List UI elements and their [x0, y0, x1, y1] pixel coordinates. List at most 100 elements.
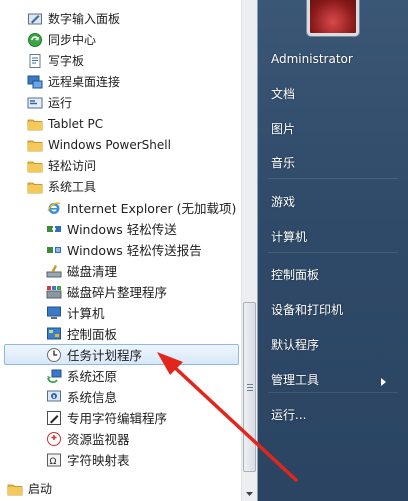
right-menu-item-label: 管理工具	[271, 372, 320, 387]
folder-icon	[27, 116, 43, 132]
program-item[interactable]: 系统还原	[0, 365, 241, 386]
submenu-arrow-icon	[381, 375, 386, 389]
right-menu-item[interactable]: 设备和打印机	[271, 298, 396, 320]
right-menu-item-label: 控制面板	[271, 267, 320, 282]
program-item[interactable]: Tablet PC	[0, 113, 241, 134]
program-item-label: 轻松访问	[48, 159, 97, 173]
ie-icon	[46, 200, 62, 216]
program-item-label: Tablet PC	[48, 116, 104, 131]
right-menu-item[interactable]: 默认程序	[271, 333, 396, 355]
program-item[interactable]: Windows 轻松传送报告	[0, 239, 241, 260]
program-item[interactable]: 任务计划程序	[4, 344, 239, 365]
run-icon	[27, 95, 43, 111]
defrag-icon	[46, 284, 62, 300]
folder-icon	[27, 179, 43, 195]
program-item-label: 数字输入面板	[48, 12, 121, 26]
right-menu-item-label: 默认程序	[271, 337, 320, 352]
program-list: 数字输入面板 同步中心写字板远程桌面连接运行 Tablet PC Windows Po…	[0, 8, 241, 501]
wordpad-icon	[27, 53, 43, 69]
right-menu-item[interactable]: 管理工具	[271, 368, 396, 390]
right-menu-item-label: 运行...	[271, 407, 307, 422]
folder-icon	[27, 158, 43, 174]
program-item[interactable]: 专用字符编辑程序	[0, 407, 241, 428]
program-item[interactable]: 启动	[0, 478, 241, 499]
program-item-label: 计算机	[67, 306, 105, 321]
scroll-down-icon[interactable]	[243, 486, 256, 501]
programs-pane: 数字输入面板 同步中心写字板远程桌面连接运行 Tablet PC Windows Po…	[0, 0, 258, 501]
menu-separator	[268, 252, 398, 253]
program-item[interactable]: 轻松访问	[0, 155, 241, 176]
remote-desktop-icon	[27, 74, 43, 90]
program-item-label: 控制面板	[67, 327, 118, 342]
program-item-label: 同步中心	[48, 33, 97, 47]
right-menu-item[interactable]: 图片	[271, 117, 396, 139]
right-menu-item[interactable]: 音乐	[271, 151, 396, 173]
transfer-report-icon	[46, 242, 62, 258]
transfer-icon	[46, 221, 62, 237]
program-item[interactable]: 系统工具	[0, 176, 241, 197]
program-item-label: 资源监视器	[67, 432, 130, 447]
menu-separator	[268, 178, 398, 179]
right-menu-item-label: 文档	[271, 86, 296, 101]
right-pane: Administrator 文档图片音乐游戏计算机控制面板设备和打印机 默认程序管理…	[258, 0, 408, 501]
vertical-scrollbar[interactable]	[241, 0, 257, 501]
menu-separator	[268, 392, 398, 393]
program-item-label: 启动	[28, 482, 53, 496]
right-menu-item-label: 图片	[271, 121, 296, 136]
program-item[interactable]: 计算机	[0, 302, 241, 323]
program-item[interactable]: 数字输入面板	[0, 8, 241, 29]
right-menu-item-label: 音乐	[271, 155, 296, 170]
right-menu-item[interactable]: 游戏	[271, 190, 396, 212]
folder-icon	[7, 481, 23, 497]
program-item-label: 任务计划程序	[67, 348, 143, 363]
program-item-label: 磁盘碎片整理程序	[67, 285, 168, 300]
char-edit-icon	[46, 410, 62, 426]
program-item-label: 远程桌面连接	[48, 75, 121, 89]
right-menu-item-label: Administrator	[271, 52, 353, 66]
right-menu-item-label: 设备和打印机	[271, 302, 344, 317]
right-menu-item[interactable]: 控制面板	[271, 263, 396, 285]
computer-icon	[46, 305, 62, 321]
right-menu-item[interactable]: 计算机	[271, 225, 396, 247]
program-item-label: Windows 轻松传送	[67, 222, 177, 237]
restore-icon	[46, 368, 62, 384]
right-menu-item[interactable]: Administrator	[271, 48, 396, 70]
program-item[interactable]: Windows PowerShell	[0, 134, 241, 155]
program-item-label: 系统还原	[67, 369, 118, 384]
resource-monitor-icon	[46, 431, 62, 447]
scrollbar-thumb[interactable]	[243, 302, 256, 472]
program-item-label: 专用字符编辑程序	[67, 411, 168, 426]
program-item[interactable]: 系统信息	[0, 386, 241, 407]
disk-cleanup-icon	[46, 263, 62, 279]
right-menu-item-label: 计算机	[271, 229, 308, 244]
program-item[interactable]: 写字板	[0, 50, 241, 71]
program-item-label: 系统信息	[67, 390, 118, 405]
program-item-label: 系统工具	[48, 180, 97, 194]
right-menu-item-label: 游戏	[271, 194, 296, 209]
right-menu-item[interactable]: 文档	[271, 82, 396, 104]
program-item-label: 磁盘清理	[67, 264, 118, 279]
program-item[interactable]: Windows 轻松传送	[0, 218, 241, 239]
program-item-label: Windows 轻松传送报告	[67, 243, 202, 258]
program-item[interactable]: 远程桌面连接	[0, 71, 241, 92]
program-item[interactable]: 同步中心	[0, 29, 241, 50]
program-item[interactable]: 磁盘清理	[0, 260, 241, 281]
user-avatar[interactable]	[307, 0, 359, 36]
program-item[interactable]: Ω 字符映射表	[0, 449, 241, 470]
control-panel-icon	[46, 326, 62, 342]
right-menu-item[interactable]: 运行...	[271, 403, 396, 425]
program-item-label: Internet Explorer (无加载项)	[67, 201, 237, 216]
program-item[interactable]: 运行	[0, 92, 241, 113]
program-item[interactable]: 资源监视器	[0, 428, 241, 449]
svg-text:Ω: Ω	[50, 457, 57, 467]
sync-icon	[27, 32, 43, 48]
program-item[interactable]: 控制面板	[0, 323, 241, 344]
program-item[interactable]: 磁盘碎片整理程序	[0, 281, 241, 302]
charmap-icon: Ω	[46, 452, 62, 468]
folder-icon	[27, 137, 43, 153]
pen-pad-icon	[27, 11, 43, 27]
program-item[interactable]: Internet Explorer (无加载项)	[0, 197, 241, 218]
info-icon	[46, 389, 62, 405]
program-item-label: 字符映射表	[67, 453, 130, 468]
program-item-label: Windows PowerShell	[48, 137, 171, 152]
